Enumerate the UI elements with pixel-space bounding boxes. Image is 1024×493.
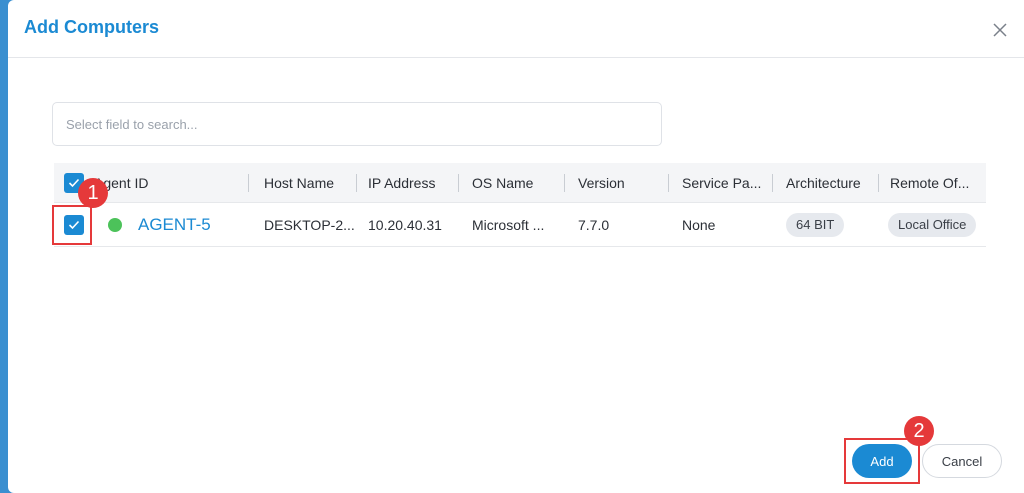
column-divider[interactable] — [564, 174, 565, 192]
computers-table: Agent ID Host Name IP Address OS Name Ve… — [54, 163, 986, 247]
column-header-version[interactable]: Version — [578, 163, 625, 203]
column-divider[interactable] — [458, 174, 459, 192]
service-pack-cell: None — [682, 217, 716, 233]
column-divider[interactable] — [878, 174, 879, 192]
os-name-cell: Microsoft ... — [472, 217, 545, 233]
add-button[interactable]: Add — [852, 444, 912, 478]
column-header-architecture[interactable]: Architecture — [786, 163, 861, 203]
host-name-cell: DESKTOP-2... — [264, 217, 355, 233]
table-row[interactable]: AGENT-5 DESKTOP-2... 10.20.40.31 Microso… — [54, 203, 986, 247]
column-divider[interactable] — [772, 174, 773, 192]
column-divider[interactable] — [248, 174, 249, 192]
version-cell: 7.7.0 — [578, 217, 610, 233]
cancel-button[interactable]: Cancel — [922, 444, 1002, 478]
column-divider[interactable] — [356, 174, 357, 192]
close-icon — [993, 23, 1007, 37]
dialog-header: Add Computers — [8, 0, 1024, 58]
column-divider[interactable] — [668, 174, 669, 192]
ip-address-cell: 10.20.40.31 — [368, 217, 442, 233]
check-icon — [68, 220, 80, 230]
dialog-title: Add Computers — [24, 17, 159, 37]
agent-id-link[interactable]: AGENT-5 — [138, 203, 211, 247]
column-header-remote-office[interactable]: Remote Of... — [890, 163, 969, 203]
remote-office-badge: Local Office — [888, 213, 977, 237]
column-header-service-pack[interactable]: Service Pa... — [682, 163, 761, 203]
close-button[interactable] — [988, 18, 1012, 42]
column-header-host-name[interactable]: Host Name — [264, 163, 334, 203]
add-computers-dialog: Add Computers Agent ID Host Name IP Addr… — [8, 0, 1024, 493]
search-input[interactable] — [52, 102, 662, 146]
architecture-badge: 64 BIT — [786, 213, 845, 237]
column-header-os-name[interactable]: OS Name — [472, 163, 533, 203]
column-header-ip-address[interactable]: IP Address — [368, 163, 435, 203]
table-header: Agent ID Host Name IP Address OS Name Ve… — [54, 163, 986, 203]
step-2-badge: 2 — [904, 416, 934, 446]
step-1-badge: 1 — [78, 178, 108, 208]
row-checkbox[interactable] — [64, 215, 84, 235]
status-online-icon — [108, 218, 122, 232]
